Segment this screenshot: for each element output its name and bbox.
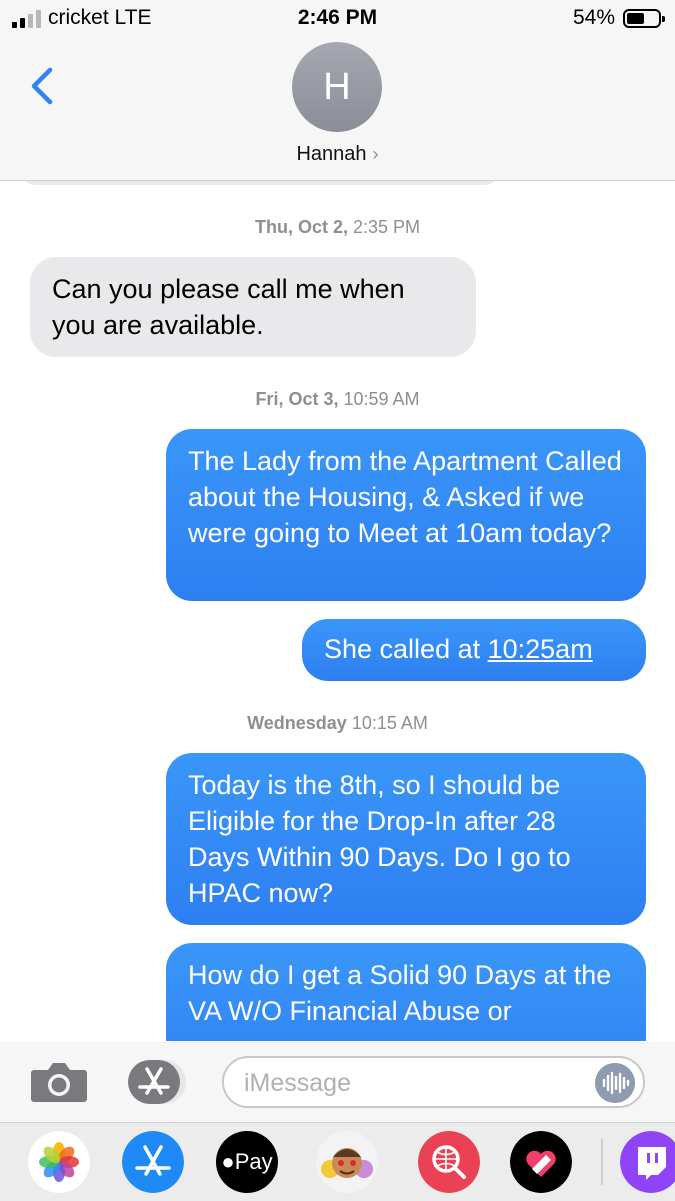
camera-icon[interactable] — [30, 1060, 88, 1104]
message-text: She called at — [324, 634, 488, 664]
app-drawer: ●Pay — [0, 1122, 675, 1201]
chevron-right-icon: › — [372, 144, 379, 164]
incoming-message-bubble[interactable]: Can you please call me when you are avai… — [30, 257, 476, 357]
memoji-app-icon[interactable] — [316, 1131, 378, 1193]
imessage-input[interactable]: iMessage — [222, 1056, 645, 1108]
outgoing-message-bubble[interactable]: Today is the 8th, so I should be Eligibl… — [166, 753, 646, 925]
time-link[interactable]: 10:25am — [488, 634, 593, 664]
audio-waveform-icon[interactable] — [595, 1063, 635, 1103]
status-bar: cricket LTE 2:46 PM 54% — [0, 0, 675, 38]
app-store-icon[interactable] — [126, 1058, 188, 1106]
message-input-bar: iMessage — [0, 1042, 675, 1122]
photos-app-icon[interactable] — [28, 1131, 90, 1193]
contact-name: Hannah — [296, 143, 367, 165]
chevron-left-icon[interactable] — [28, 66, 64, 106]
message-text: How do I get a Solid 90 Days at the VA W… — [188, 960, 612, 1026]
message-thread[interactable]: Thu, Oct 2, 2:35 PM Can you please call … — [0, 181, 675, 1041]
timestamp: Thu, Oct 2, 2:35 PM — [254, 217, 421, 237]
web-images-app-icon[interactable] — [418, 1131, 480, 1193]
digital-touch-app-icon[interactable] — [510, 1131, 572, 1193]
outgoing-message-bubble[interactable]: How do I get a Solid 90 Days at the VA W… — [166, 943, 646, 1041]
previous-message-bubble — [20, 181, 500, 185]
timestamp: Fri, Oct 3, 10:59 AM — [255, 389, 420, 409]
battery-icon — [623, 9, 665, 28]
contact-name-button[interactable]: Hannah › — [0, 143, 675, 166]
message-text: Can you please call me when you are avai… — [52, 274, 405, 340]
conversation-header: cricket LTE 2:46 PM 54% H Hannah › — [0, 0, 675, 181]
input-placeholder: iMessage — [244, 1069, 351, 1097]
timestamp: Wednesday 10:15 AM — [247, 713, 428, 733]
contact-avatar[interactable]: H — [292, 42, 382, 132]
drawer-separator — [601, 1139, 603, 1185]
apple-pay-app-icon[interactable]: ●Pay — [216, 1131, 278, 1193]
message-text: The Lady from the Apartment Called about… — [188, 446, 622, 548]
battery-percent: 54% — [572, 6, 615, 29]
twitch-app-icon[interactable] — [620, 1131, 675, 1193]
apple-logo-icon: ● — [221, 1149, 235, 1174]
outgoing-message-bubble[interactable]: The Lady from the Apartment Called about… — [166, 429, 646, 601]
outgoing-message-bubble[interactable]: She called at 10:25am — [302, 619, 646, 681]
app-store-app-icon[interactable] — [122, 1131, 184, 1193]
message-text: Today is the 8th, so I should be Eligibl… — [188, 770, 571, 908]
